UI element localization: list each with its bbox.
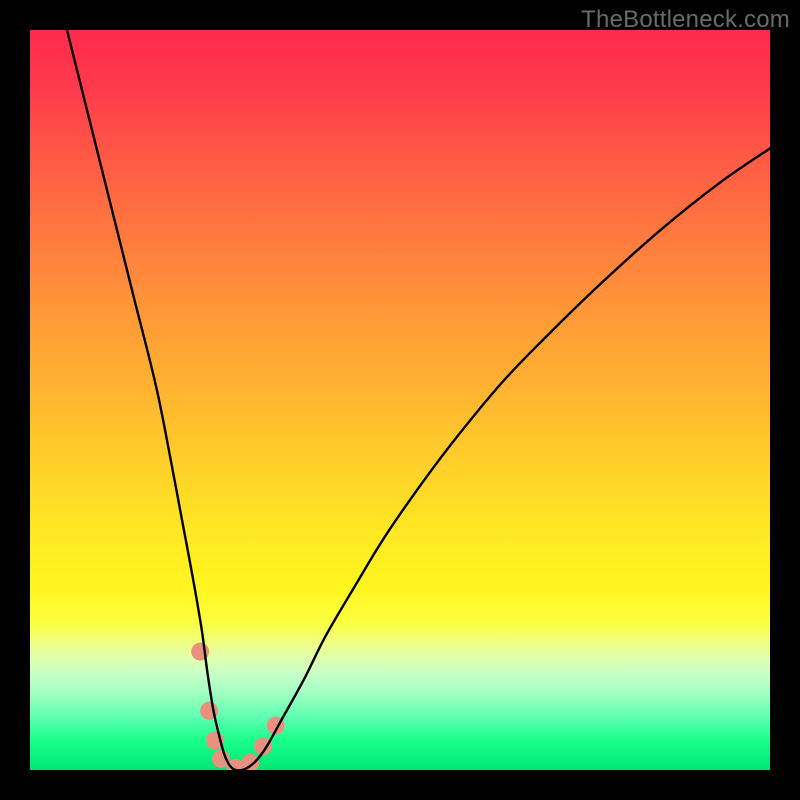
curve-marker	[242, 754, 260, 770]
attribution-text: TheBottleneck.com	[581, 6, 790, 34]
bottleneck-curve	[67, 30, 770, 770]
curve-layer	[30, 30, 770, 770]
plot-area	[30, 30, 770, 770]
chart-frame: TheBottleneck.com	[0, 0, 800, 800]
